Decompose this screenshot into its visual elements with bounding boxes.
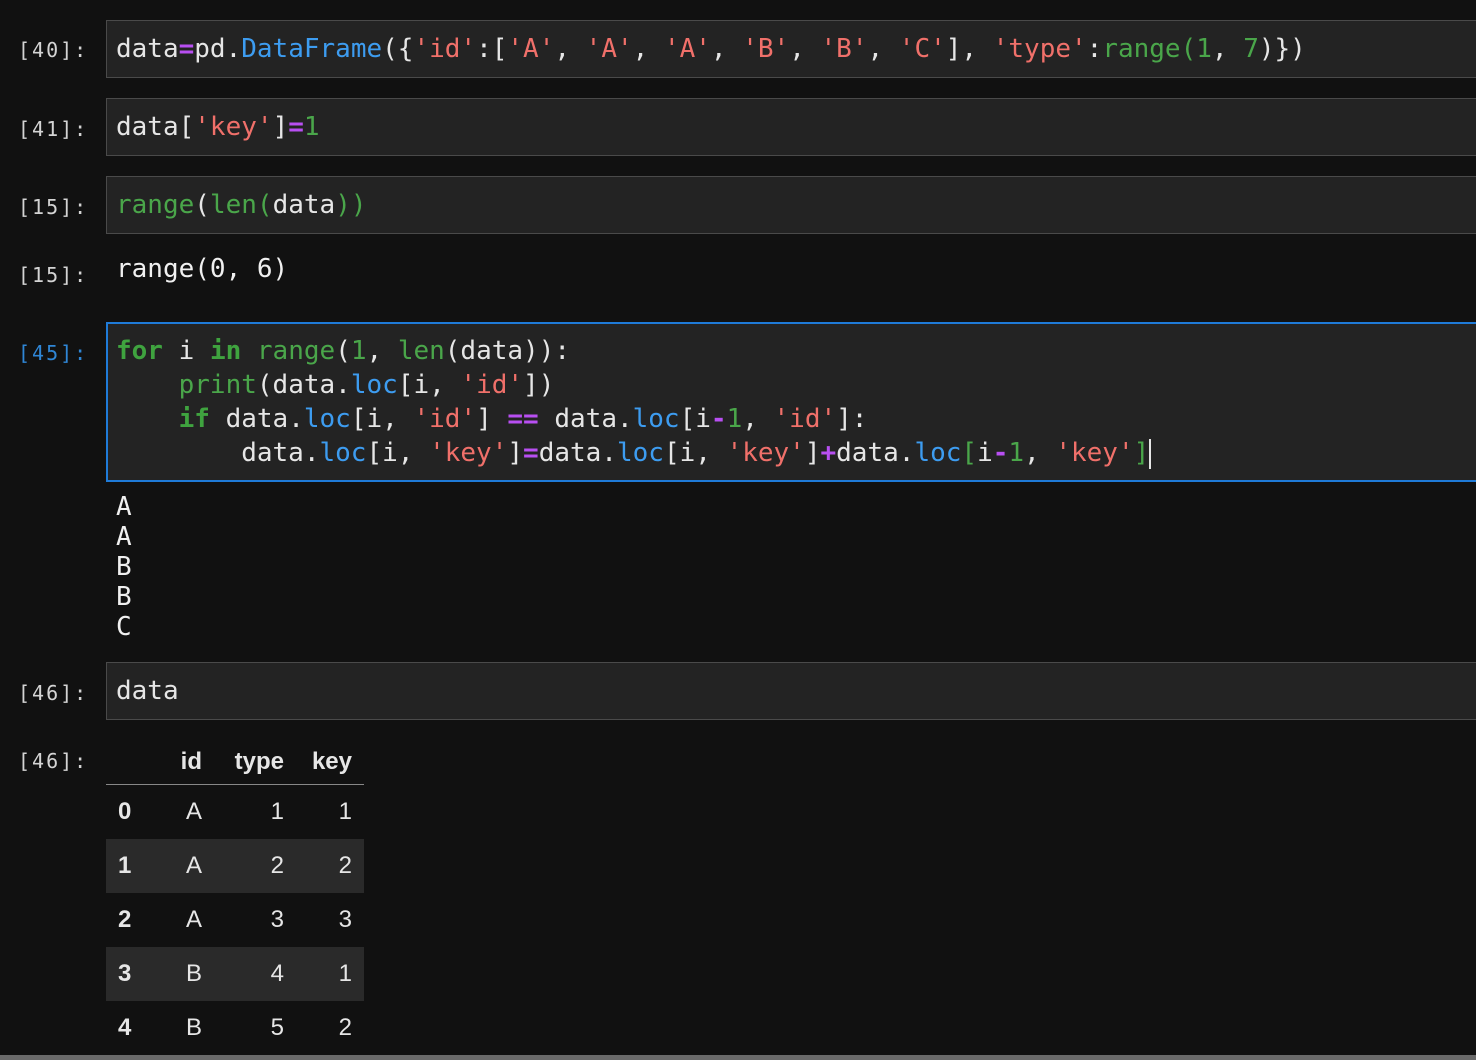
row-index: 3: [118, 960, 132, 987]
stdout-line: B: [116, 582, 132, 612]
stdout-line: C: [116, 612, 132, 642]
code-cell-46[interactable]: [106, 662, 1476, 720]
input-prompt-41: [41]:: [18, 117, 89, 141]
table-cell: A: [185, 798, 202, 825]
table-header-row: id type key: [106, 738, 364, 785]
table-cell: 1: [270, 798, 284, 825]
stdout-line: A: [116, 522, 132, 552]
table-row: 4 B 5 2: [106, 1001, 364, 1055]
table-cell: 1: [338, 798, 352, 825]
table-cell: 5: [270, 1014, 284, 1041]
table-cell: 3: [338, 906, 352, 933]
horizontal-scrollbar[interactable]: [0, 1055, 1476, 1060]
table-cell: 2: [338, 1014, 352, 1041]
table-cell: 4: [270, 960, 284, 987]
table-cell: 2: [270, 852, 284, 879]
code-line: range(len(data)): [116, 190, 367, 220]
table-row: 1 A 2 2: [106, 839, 364, 893]
output-prompt-15: [15]:: [18, 263, 89, 287]
column-header: id: [166, 738, 214, 785]
row-index: 2: [118, 906, 132, 933]
code-line: print(data.loc[i, 'id']): [178, 370, 555, 400]
code-line: data=pd.DataFrame({'id':['A', 'A', 'A', …: [116, 34, 1306, 64]
table-cell: B: [185, 1014, 202, 1041]
index-header: [106, 738, 166, 785]
output-prompt-46: [46]:: [18, 749, 89, 773]
stdout-line: A: [116, 492, 132, 522]
code-line: data['key']=1: [116, 112, 320, 142]
column-header: type: [214, 738, 296, 785]
row-index: 0: [118, 798, 132, 825]
column-header: key: [296, 738, 364, 785]
row-index: 1: [118, 852, 132, 879]
input-prompt-45: [45]:: [18, 341, 89, 365]
dataframe-table: id type key 0 A 1 1 1 A 2 2 2 A 3 3 3 B …: [106, 738, 364, 1055]
row-index: 4: [118, 1014, 132, 1041]
table-cell: B: [185, 960, 202, 987]
table-row: 2 A 3 3: [106, 893, 364, 947]
text-cursor: [1149, 438, 1152, 469]
input-prompt-15: [15]:: [18, 195, 89, 219]
table-cell: A: [185, 906, 202, 933]
table-cell: 1: [338, 960, 352, 987]
code-line: if data.loc[i, 'id'] == data.loc[i-1, 'i…: [178, 404, 868, 434]
table-row: 3 B 4 1: [106, 947, 364, 1001]
input-prompt-46: [46]:: [18, 681, 89, 705]
code-line: data: [116, 676, 179, 706]
stdout-line: B: [116, 552, 132, 582]
table-cell: 3: [270, 906, 284, 933]
table-cell: 2: [338, 852, 352, 879]
code-line: for i in range(1, len(data)):: [116, 336, 571, 366]
table-row: 0 A 1 1: [106, 785, 364, 840]
cell-output: range(0, 6): [116, 254, 289, 284]
code-line: data.loc[i, 'key']=data.loc[i, 'key']+da…: [116, 438, 1152, 469]
input-prompt-40: [40]:: [18, 38, 89, 62]
table-cell: A: [185, 852, 202, 879]
